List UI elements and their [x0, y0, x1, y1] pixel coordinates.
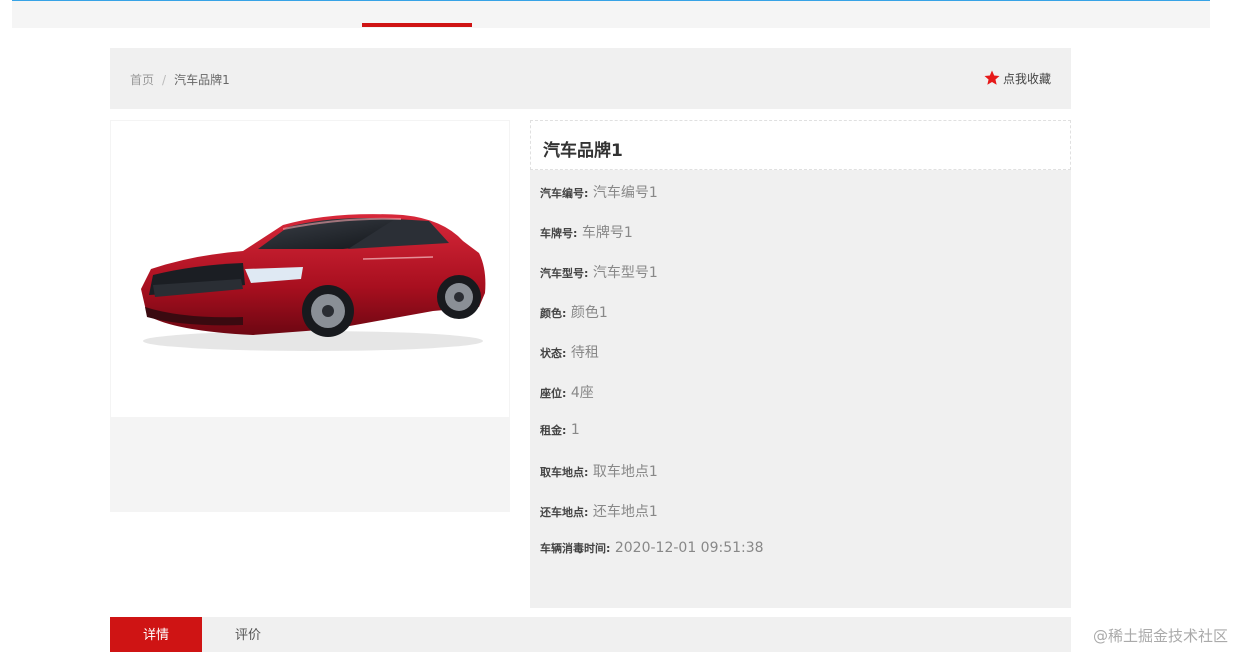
tab-reviews[interactable]: 评价 — [202, 617, 294, 652]
field-label: 租金: — [540, 424, 567, 437]
field-return-location: 还车地点: 还车地点1 — [540, 501, 658, 521]
field-label: 座位: — [540, 387, 567, 400]
star-icon — [984, 70, 1000, 85]
product-gallery — [110, 120, 510, 512]
field-car-model: 汽车型号: 汽车型号1 — [540, 262, 658, 282]
field-label: 还车地点: — [540, 506, 589, 519]
breadcrumb-separator: / — [162, 73, 167, 87]
tab-details[interactable]: 详情 — [110, 617, 202, 652]
field-plate-number: 车牌号: 车牌号1 — [540, 222, 633, 242]
field-value: 1 — [570, 422, 580, 438]
breadcrumb: 首页 / 汽车品牌1 — [130, 71, 230, 88]
product-title-box: 汽车品牌1 — [530, 120, 1071, 170]
field-label: 颜色: — [540, 307, 567, 320]
field-disinfection-time: 车辆消毒时间: 2020-12-01 09:51:38 — [540, 540, 764, 556]
favorite-button[interactable]: 点我收藏 — [983, 69, 1051, 87]
field-label: 车牌号: — [540, 227, 578, 240]
product-info-panel: 汽车品牌1 汽车编号: 汽车编号1 车牌号: 车牌号1 汽车型号: 汽车型号1 … — [530, 120, 1071, 608]
car-image — [141, 214, 486, 351]
watermark: @稀土掘金技术社区 — [1092, 627, 1228, 645]
field-color: 颜色: 颜色1 — [540, 302, 608, 322]
field-value: 车牌号1 — [581, 225, 633, 241]
field-rent: 租金: 1 — [540, 422, 580, 438]
field-value: 汽车型号1 — [592, 265, 658, 281]
field-pickup-location: 取车地点: 取车地点1 — [540, 461, 658, 481]
product-title: 汽车品牌1 — [543, 141, 623, 161]
field-seats: 座位: 4座 — [540, 382, 594, 402]
top-nav-bar — [12, 0, 1210, 28]
red-sedan-photo — [111, 121, 509, 417]
field-label: 取车地点: — [540, 466, 589, 479]
breadcrumb-home-link[interactable]: 首页 — [130, 73, 154, 87]
field-value: 还车地点1 — [592, 504, 658, 520]
field-label: 汽车编号: — [540, 187, 589, 200]
breadcrumb-bar: 首页 / 汽车品牌1 点我收藏 — [110, 48, 1071, 109]
nav-active-indicator — [362, 23, 472, 27]
field-label: 状态: — [540, 347, 567, 360]
field-status: 状态: 待租 — [540, 342, 599, 362]
field-label: 车辆消毒时间: — [540, 542, 611, 555]
field-value: 2020-12-01 09:51:38 — [614, 540, 764, 556]
field-value: 待租 — [570, 345, 599, 361]
field-value: 4座 — [570, 385, 594, 401]
field-value: 汽车编号1 — [592, 185, 658, 201]
favorite-label: 点我收藏 — [1002, 71, 1051, 86]
detail-tabs: 详情 评价 — [110, 617, 1071, 652]
breadcrumb-current: 汽车品牌1 — [174, 73, 230, 87]
field-car-number: 汽车编号: 汽车编号1 — [540, 182, 658, 202]
field-value: 取车地点1 — [592, 464, 658, 480]
field-label: 汽车型号: — [540, 267, 589, 280]
field-value: 颜色1 — [570, 305, 608, 321]
